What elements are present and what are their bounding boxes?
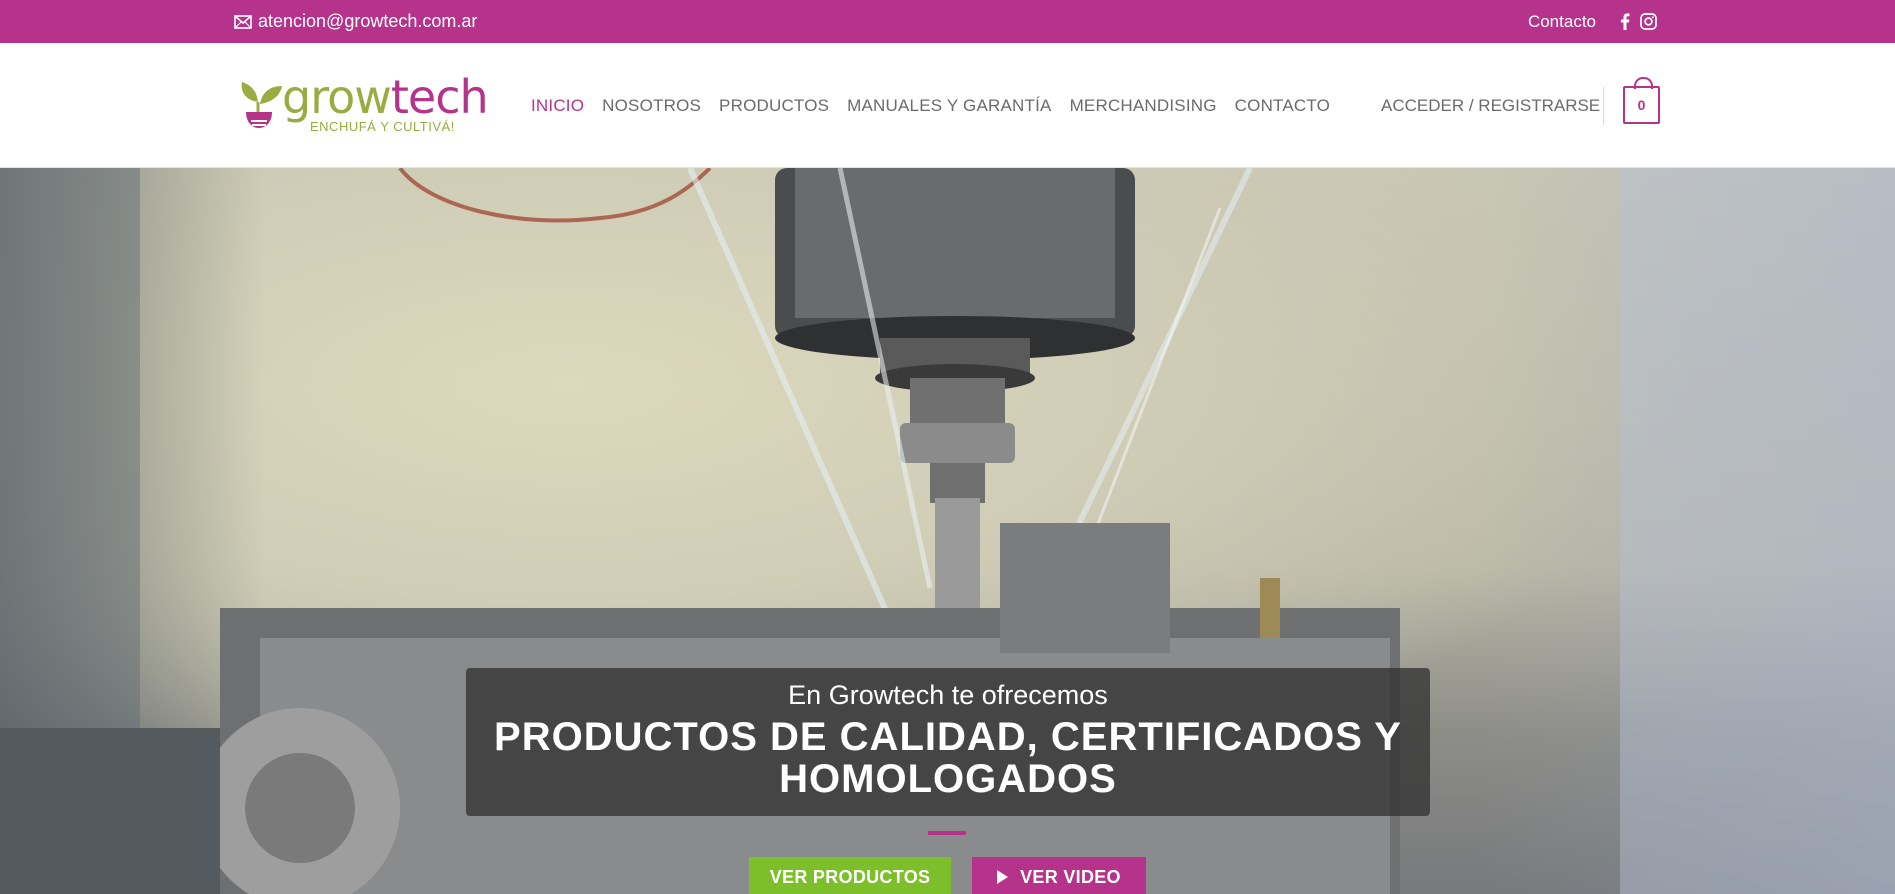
view-products-label: VER PRODUCTOS xyxy=(769,866,931,887)
header-divider xyxy=(1603,87,1604,125)
hero-title: PRODUCTOS DE CALIDAD, CERTIFICADOS Y HOM… xyxy=(494,715,1402,801)
envelope-icon xyxy=(234,14,252,29)
view-video-label: VER VIDEO xyxy=(1020,866,1121,887)
sprout-bulb-icon xyxy=(241,82,282,128)
hero-subtitle: En Growtech te ofrecemos xyxy=(788,680,1108,710)
instagram-icon[interactable] xyxy=(1640,13,1657,30)
nav-item-nosotros[interactable]: NOSOTROS xyxy=(602,96,701,116)
contact-link[interactable]: Contacto xyxy=(1528,12,1596,32)
nav-item-productos[interactable]: PRODUCTOS xyxy=(719,96,829,116)
hero-slider: En Growtech te ofrecemos PRODUCTOS DE CA… xyxy=(0,168,1895,894)
nav-item-contacto[interactable]: CONTACTO xyxy=(1235,96,1330,116)
logo-tagline: ENCHUFÁ Y CULTIVÁ! xyxy=(310,119,455,134)
nav-item-manuales[interactable]: MANUALES Y GARANTÍA xyxy=(847,96,1051,116)
email-text: atencion@growtech.com.ar xyxy=(258,11,478,31)
nav-item-inicio[interactable]: INICIO xyxy=(531,96,584,116)
hero-accent-line xyxy=(928,831,966,835)
login-register-link[interactable]: ACCEDER / REGISTRARSE xyxy=(1381,43,1600,168)
main-nav: INICIO NOSOTROS PRODUCTOS MANUALES Y GAR… xyxy=(531,43,1330,168)
view-products-button[interactable]: VER PRODUCTOS xyxy=(749,857,951,894)
email-link[interactable]: atencion@growtech.com.ar xyxy=(234,0,477,43)
logo-wordmark: growtech xyxy=(282,70,489,124)
view-video-button[interactable]: VER VIDEO xyxy=(972,857,1146,894)
play-icon xyxy=(997,870,1009,884)
cart-button[interactable]: 0 xyxy=(1623,77,1660,124)
hero-caption: En Growtech te ofrecemos PRODUCTOS DE CA… xyxy=(466,668,1430,816)
top-bar: atencion@growtech.com.ar Contacto xyxy=(0,0,1895,43)
site-header: growtech ENCHUFÁ Y CULTIVÁ! INICIO NOSOT… xyxy=(0,43,1895,168)
cart-count: 0 xyxy=(1637,97,1646,113)
facebook-icon[interactable] xyxy=(1620,13,1630,30)
nav-item-merchandising[interactable]: MERCHANDISING xyxy=(1070,96,1217,116)
growtech-logo[interactable]: growtech ENCHUFÁ Y CULTIVÁ! xyxy=(234,70,489,136)
